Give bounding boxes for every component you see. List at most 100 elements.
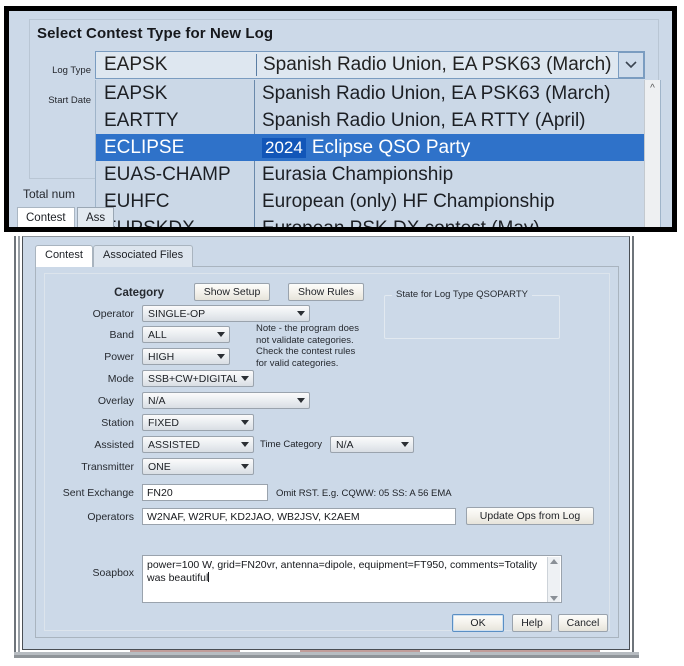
tab-contest[interactable]: Contest: [35, 245, 93, 267]
list-item[interactable]: EARTTY Spanish Radio Union, EA RTTY (Apr…: [96, 107, 660, 134]
label-band: Band: [70, 329, 134, 341]
inset-tab-bar: Contest Ass: [17, 207, 247, 232]
log-type-description: Spanish Radio Union, EA PSK63 (March): [257, 54, 644, 76]
option-description: Eurasia Championship: [255, 164, 660, 186]
chevron-down-icon: [293, 311, 309, 316]
power-select[interactable]: HIGH: [142, 348, 230, 365]
label-start-date: Start Date: [25, 95, 91, 106]
band-select[interactable]: ALL: [142, 326, 230, 343]
chevron-down-icon: [237, 442, 253, 447]
list-item[interactable]: EAPSK Spanish Radio Union, EA PSK63 (Mar…: [96, 80, 660, 107]
label-station: Station: [70, 417, 134, 429]
list-item[interactable]: EUAS-CHAMP Eurasia Championship: [96, 161, 660, 188]
label-transmitter: Transmitter: [64, 461, 134, 473]
mode-value: SSB+CW+DIGITAL: [143, 373, 237, 385]
transmitter-value: ONE: [143, 461, 237, 473]
operator-value: SINGLE-OP: [143, 308, 293, 320]
option-description: European PSK DX contest (May): [255, 218, 660, 233]
label-overlay: Overlay: [70, 395, 134, 407]
log-type-code: EAPSK: [96, 54, 256, 76]
label-soapbox: Soapbox: [64, 567, 134, 579]
screen-artifact: [470, 650, 600, 652]
soapbox-textarea[interactable]: power=100 W, grid=FN20vr, antenna=dipole…: [142, 555, 562, 603]
label-operator: Operator: [70, 308, 134, 320]
dropdown-scrollbar[interactable]: ^: [644, 80, 660, 232]
text-caret: [208, 572, 209, 582]
help-button[interactable]: Help: [512, 614, 552, 632]
option-description: Spanish Radio Union, EA RTTY (April): [255, 110, 660, 132]
cancel-button[interactable]: Cancel: [558, 614, 608, 632]
chevron-down-icon: [213, 332, 229, 337]
overlay-select[interactable]: N/A: [142, 392, 310, 409]
tab-associated-files[interactable]: Associated Files: [93, 245, 193, 267]
assisted-select[interactable]: ASSISTED: [142, 436, 254, 453]
omit-rst-hint: Omit RST. E.g. CQWW: 05 SS: A 56 EMA: [276, 488, 452, 499]
option-description-wrap: 2024 Eclipse QSO Party: [255, 137, 660, 159]
triangle-down-icon[interactable]: [550, 596, 558, 601]
label-time-category: Time Category: [260, 439, 322, 450]
chevron-down-icon: [237, 420, 253, 425]
time-category-value: N/A: [331, 439, 397, 451]
chevron-down-icon: [397, 442, 413, 447]
chevron-down-icon: [237, 464, 253, 469]
dialog-title: Select Contest Type for New Log: [37, 25, 273, 42]
window-frame-bottom-dark: [14, 655, 639, 658]
ok-button[interactable]: OK: [452, 614, 504, 632]
category-heading: Category: [74, 287, 164, 299]
state-group-box: [384, 295, 560, 339]
inset-tab-associated-label: Ass: [86, 212, 105, 224]
label-sent-exchange: Sent Exchange: [48, 487, 134, 499]
option-description: European (only) HF Championship: [255, 191, 660, 213]
list-item-selected[interactable]: ECLIPSE 2024 Eclipse QSO Party: [96, 134, 660, 161]
station-select[interactable]: FIXED: [142, 414, 254, 431]
category-note-line-1: Note - the program does: [256, 323, 386, 335]
window-frame-right: [632, 236, 634, 656]
option-description: Spanish Radio Union, EA PSK63 (March): [255, 83, 660, 105]
chevron-down-icon[interactable]: [618, 52, 644, 78]
show-rules-button[interactable]: Show Rules: [288, 283, 364, 301]
soapbox-scrollbar[interactable]: [547, 557, 560, 603]
tab-contest-label: Contest: [45, 249, 83, 261]
tab-associated-files-label: Associated Files: [103, 249, 183, 261]
option-code: EARTTY: [96, 110, 254, 132]
screen-artifact: [300, 650, 420, 652]
main-tab-bar: Contest Associated Files: [35, 245, 595, 267]
log-type-combobox[interactable]: EAPSK Spanish Radio Union, EA PSK63 (Mar…: [95, 51, 645, 79]
option-code: EAPSK: [96, 83, 254, 105]
chevron-down-icon: [213, 354, 229, 359]
sent-exchange-input[interactable]: FN20: [142, 484, 268, 501]
label-assisted: Assisted: [70, 439, 134, 451]
label-operators: Operators: [64, 511, 134, 523]
option-year-badge: 2024: [262, 138, 306, 158]
band-value: ALL: [143, 329, 213, 341]
power-value: HIGH: [143, 351, 213, 363]
update-ops-from-log-button[interactable]: Update Ops from Log: [466, 507, 594, 525]
operators-input[interactable]: W2NAF, W2RUF, KD2JAO, WB2JSV, K2AEM: [142, 508, 456, 525]
chevron-down-icon: [293, 398, 309, 403]
triangle-up-icon[interactable]: [550, 559, 558, 564]
category-note: Note - the program does not validate cat…: [256, 323, 386, 369]
screen-artifact: [130, 650, 240, 652]
operator-select[interactable]: SINGLE-OP: [142, 305, 310, 322]
inset-tab-contest-label: Contest: [26, 212, 66, 224]
label-mode: Mode: [70, 373, 134, 385]
chevron-down-icon: [237, 376, 253, 381]
zoomed-dialog-inset: Select Contest Type for New Log Log Type…: [4, 6, 677, 232]
option-description: Eclipse QSO Party: [312, 137, 470, 159]
caret-up-icon[interactable]: ^: [645, 80, 660, 96]
state-group-title: State for Log Type QSOPARTY: [392, 289, 532, 300]
assisted-value: ASSISTED: [143, 439, 237, 451]
mode-select[interactable]: SSB+CW+DIGITAL: [142, 370, 254, 387]
inset-tab-associated[interactable]: Ass: [77, 207, 114, 232]
window-frame-outer-left: [14, 236, 16, 654]
label-log-type: Log Type: [29, 65, 91, 76]
transmitter-select[interactable]: ONE: [142, 458, 254, 475]
window-frame-inner-left: [18, 236, 20, 654]
option-code: ECLIPSE: [96, 137, 254, 159]
soapbox-value: power=100 W, grid=FN20vr, antenna=dipole…: [147, 559, 537, 584]
time-category-select[interactable]: N/A: [330, 436, 414, 453]
inset-tab-contest[interactable]: Contest: [17, 207, 75, 232]
contest-setup-window: Contest Associated Files Category Show S…: [22, 236, 630, 650]
option-code: EUAS-CHAMP: [96, 164, 254, 186]
show-setup-button[interactable]: Show Setup: [194, 283, 270, 301]
